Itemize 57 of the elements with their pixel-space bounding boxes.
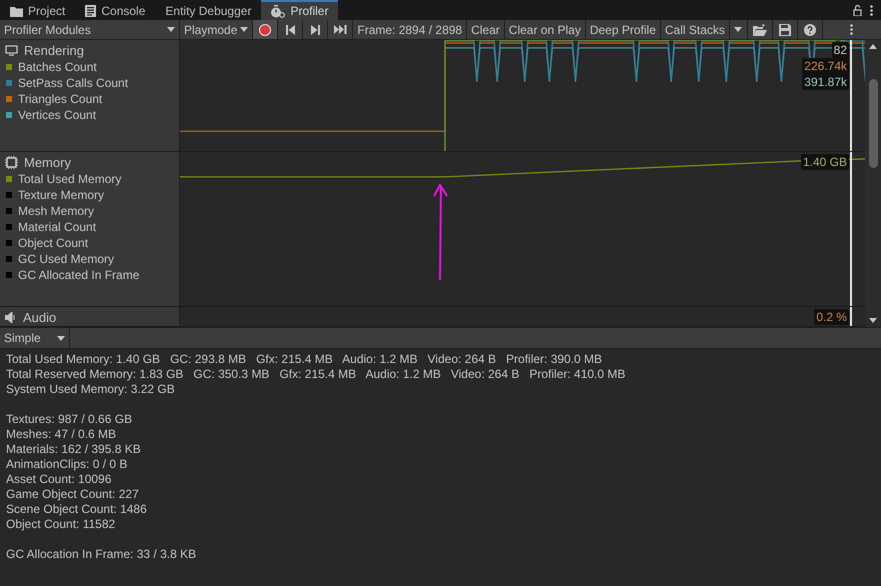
- legend-label[interactable]: Batches Count: [18, 58, 97, 76]
- previous-icon: [286, 24, 295, 34]
- caret-icon: [734, 27, 742, 32]
- module-title[interactable]: Memory: [24, 152, 71, 172]
- module-title[interactable]: Audio: [23, 308, 56, 326]
- caret-icon: [240, 27, 248, 32]
- memory-stat-line: System Used Memory: 3.22 GB: [6, 382, 176, 397]
- folder-icon: [10, 6, 23, 16]
- view-dropdown[interactable]: Simple: [0, 328, 70, 348]
- save-icon: [778, 24, 791, 36]
- scrollbar[interactable]: [865, 40, 881, 327]
- caret-icon: [57, 336, 65, 340]
- graph-value-label: 226.74k: [802, 58, 849, 74]
- graph-value-label: 1.40 GB: [800, 154, 849, 170]
- tab[interactable]: Profiler: [261, 0, 338, 20]
- lock-icon[interactable]: [853, 4, 862, 16]
- chip-icon: [5, 156, 18, 169]
- fast-forward-icon: [334, 25, 347, 34]
- legend-label[interactable]: Vertices Count: [18, 106, 96, 124]
- speaker-icon: [5, 312, 17, 323]
- memory-stat-line: AnimationClips: 0 / 0 B: [6, 457, 128, 472]
- legend-label[interactable]: Object Count: [18, 234, 88, 252]
- memory-stat-line: Asset Count: 10096: [6, 472, 112, 487]
- record-button[interactable]: [253, 20, 278, 39]
- legend-label[interactable]: Texture Memory: [18, 186, 104, 204]
- legend-label[interactable]: GC Allocated In Frame: [18, 266, 140, 284]
- caret-icon: [167, 27, 175, 32]
- memory-stat-line: Textures: 987 / 0.66 GB: [6, 412, 134, 427]
- scroll-up-icon[interactable]: [869, 44, 877, 49]
- graph-value-label: 82: [832, 42, 849, 58]
- legend-label[interactable]: Total Used Memory: [18, 170, 122, 188]
- help-icon: [804, 24, 816, 36]
- more-icon: [850, 24, 854, 35]
- stopwatch-icon: [271, 4, 286, 18]
- memory-stat-line: Meshes: 47 / 0.6 MB: [6, 427, 118, 442]
- memory-stat-line: Total Used Memory: 1.40 GB GC: 293.8 MB Gfx: 215.4 MB Audio: 1.2 MB Video: 264 B Profiler: 390.0 MB: [6, 352, 604, 367]
- legend-label[interactable]: Triangles Count: [18, 90, 102, 108]
- next-icon: [310, 24, 320, 34]
- memory-stat-line: Scene Object Count: 1486: [6, 502, 148, 517]
- legend-label[interactable]: Mesh Memory: [18, 202, 94, 220]
- legend-label[interactable]: SetPass Calls Count: [18, 74, 128, 92]
- memory-stat-line: Object Count: 11582: [6, 517, 116, 532]
- memory-stat-line: GC Allocation In Frame: 33 / 3.8 KB: [6, 547, 198, 562]
- memory-stat-line: Game Object Count: 227: [6, 487, 140, 502]
- legend-label[interactable]: GC Used Memory: [18, 250, 114, 268]
- console-icon: [85, 5, 96, 17]
- memory-stat-line: Total Reserved Memory: 1.83 GB GC: 350.3 MB Gfx: 215.4 MB Audio: 1.2 MB Video: 264 B Profiler: 410.0 MB: [6, 367, 626, 382]
- memory-stat-line: Materials: 162 / 395.8 KB: [6, 442, 142, 457]
- module-title[interactable]: Rendering: [24, 40, 84, 60]
- more-icon[interactable]: [870, 4, 873, 16]
- scrollbar-thumb[interactable]: [868, 79, 878, 168]
- legend-label[interactable]: Material Count: [18, 218, 96, 236]
- monitor-icon: [5, 45, 18, 56]
- scroll-down-icon[interactable]: [869, 318, 877, 323]
- graph-value-label: 0.2 %: [814, 309, 849, 325]
- graph-value-label: 391.87k: [802, 74, 849, 90]
- folder-open-icon: [752, 24, 767, 36]
